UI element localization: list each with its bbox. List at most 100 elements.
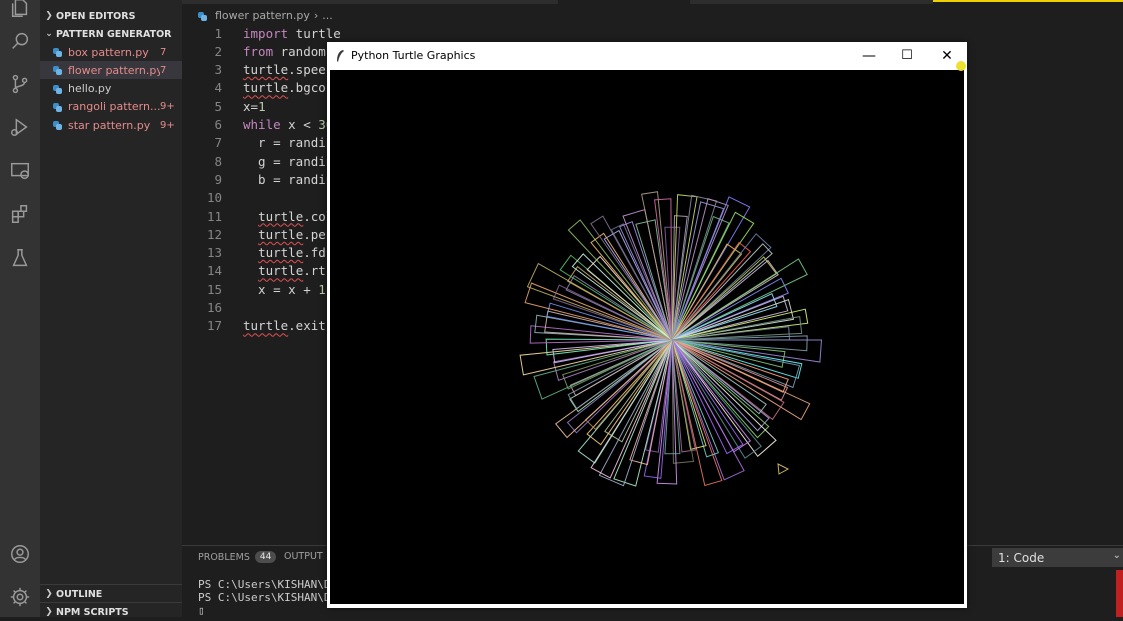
code-line[interactable]: 16 bbox=[182, 299, 222, 317]
open-editors-label: OPEN EDITORS bbox=[56, 10, 136, 22]
settings-gear-icon[interactable] bbox=[8, 585, 32, 609]
problem-count-badge: 7 bbox=[160, 46, 167, 58]
code-text: b = randin bbox=[243, 171, 334, 187]
line-number: 10 bbox=[206, 190, 222, 206]
line-number: 1 bbox=[214, 25, 222, 41]
problem-count-badge: 9+ bbox=[160, 119, 175, 131]
code-line[interactable]: 6 while x < 30 bbox=[182, 116, 333, 134]
python-file-icon bbox=[53, 102, 63, 112]
output-tab[interactable]: OUTPUT bbox=[284, 551, 323, 562]
line-number: 6 bbox=[214, 117, 222, 132]
outline-header[interactable]: ❯ OUTLINE bbox=[40, 584, 182, 603]
breadcrumb-more[interactable]: ... bbox=[322, 9, 333, 22]
turtle-canvas[interactable] bbox=[330, 70, 964, 604]
problem-count-badge: 7 bbox=[160, 64, 167, 76]
chevron-right-icon: ❯ bbox=[45, 11, 53, 21]
code-line[interactable]: 9 b = randin bbox=[182, 170, 333, 188]
problems-label: PROBLEMS bbox=[198, 551, 250, 563]
search-icon[interactable] bbox=[8, 29, 32, 53]
file-name: box pattern.py bbox=[68, 45, 149, 59]
breadcrumb-separator: › bbox=[313, 9, 319, 22]
code-line[interactable]: 2 from random bbox=[182, 42, 325, 60]
line-number: 7 bbox=[214, 135, 222, 151]
code-line[interactable]: 7 r = randin bbox=[182, 134, 333, 152]
code-line[interactable]: 11 turtle.col bbox=[182, 207, 333, 225]
breadcrumb-file[interactable]: flower pattern.py bbox=[215, 9, 310, 22]
accent-bar bbox=[933, 0, 1123, 2]
remote-explorer-icon[interactable] bbox=[8, 159, 32, 183]
terminal-line: PS C:\Users\KISHAN\Do bbox=[198, 578, 338, 591]
problem-count-badge: 9+ bbox=[160, 101, 175, 113]
file-item[interactable]: box pattern.py 7 bbox=[40, 43, 182, 61]
source-control-icon[interactable] bbox=[8, 72, 32, 96]
chevron-right-icon: ❯ bbox=[45, 607, 53, 617]
chevron-right-icon: ❯ bbox=[45, 589, 53, 599]
turtle-window[interactable]: Python Turtle Graphics — ☐ ✕ bbox=[327, 42, 967, 608]
file-name: rangoli pattern.... bbox=[68, 100, 160, 114]
code-text: g = randin bbox=[243, 153, 334, 169]
testing-icon[interactable] bbox=[8, 246, 32, 270]
open-editors-header[interactable]: ❯ OPEN EDITORS bbox=[40, 7, 182, 25]
npm-scripts-header[interactable]: ❯ NPM SCRIPTS bbox=[40, 602, 182, 621]
maximize-button[interactable]: ☐ bbox=[887, 42, 927, 69]
line-number: 17 bbox=[206, 318, 222, 334]
line-number: 12 bbox=[206, 226, 222, 242]
code-line[interactable]: 4 turtle.bgco bbox=[182, 79, 325, 97]
file-name: hello.py bbox=[68, 82, 112, 96]
line-number: 14 bbox=[206, 263, 222, 279]
code-line[interactable]: 13 turtle.fd bbox=[182, 244, 326, 262]
line-number: 15 bbox=[206, 281, 222, 297]
file-item[interactable]: hello.py bbox=[40, 80, 182, 98]
code-line[interactable]: 1 import turtle bbox=[182, 24, 340, 42]
line-number: 3 bbox=[214, 62, 222, 78]
file-item[interactable]: star pattern.py 9+ bbox=[40, 116, 182, 134]
terminal-select[interactable]: 1: Code ⌄ bbox=[992, 548, 1123, 567]
python-file-icon bbox=[53, 120, 63, 131]
problems-tab[interactable]: PROBLEMS 44 bbox=[198, 551, 277, 563]
code-line[interactable]: 8 g = randin bbox=[182, 152, 333, 170]
code-text: x = x + 1 bbox=[243, 281, 326, 297]
account-icon[interactable] bbox=[8, 542, 32, 566]
line-number: 9 bbox=[214, 171, 222, 187]
minimize-button[interactable]: — bbox=[849, 42, 889, 69]
code-text: turtle.pen bbox=[258, 226, 334, 242]
activity-bar bbox=[0, 0, 40, 617]
files-icon[interactable] bbox=[8, 0, 32, 20]
code-text: import turtle bbox=[243, 25, 341, 41]
line-number: 4 bbox=[214, 80, 222, 96]
file-name: star pattern.py bbox=[68, 118, 151, 132]
line-number: 11 bbox=[206, 208, 222, 224]
code-text: turtle.col bbox=[258, 208, 334, 224]
code-line[interactable]: 5 x=1 bbox=[182, 97, 265, 115]
code-line[interactable]: 15 x = x + 1 bbox=[182, 280, 326, 298]
run-debug-icon[interactable] bbox=[8, 115, 32, 139]
line-number: 13 bbox=[206, 245, 222, 261]
scrollbar-error-marker bbox=[1116, 570, 1123, 617]
file-item[interactable]: flower pattern.py 7 bbox=[40, 61, 182, 80]
code-line[interactable]: 17 turtle.exit bbox=[182, 317, 326, 335]
line-number: 8 bbox=[214, 153, 222, 169]
terminal-cursor[interactable]: ▯ bbox=[198, 604, 205, 617]
python-file-icon bbox=[198, 11, 208, 21]
code-line[interactable]: 10 bbox=[182, 189, 222, 207]
output-label: OUTPUT bbox=[284, 551, 323, 562]
code-text: turtle.bgco bbox=[243, 80, 326, 96]
code-text: turtle.spee bbox=[243, 62, 326, 78]
line-number: 16 bbox=[206, 300, 222, 315]
breadcrumb[interactable]: flower pattern.py › ... bbox=[198, 9, 333, 22]
python-file-icon bbox=[53, 47, 63, 57]
code-text: r = randin bbox=[243, 135, 334, 151]
file-name: flower pattern.py bbox=[68, 63, 160, 77]
code-text: while x < 30 bbox=[243, 117, 334, 132]
code-line[interactable]: 12 turtle.pen bbox=[182, 225, 333, 243]
tab-strip bbox=[690, 0, 933, 4]
file-item[interactable]: rangoli pattern.... 9+ bbox=[40, 98, 182, 116]
code-text: turtle.fd bbox=[258, 245, 326, 261]
turtle-window-titlebar[interactable]: Python Turtle Graphics — ☐ ✕ bbox=[327, 42, 967, 69]
code-line[interactable]: 14 turtle.rt bbox=[182, 262, 326, 280]
mouse-cursor-highlight bbox=[956, 61, 966, 71]
code-line[interactable]: 3 turtle.spee bbox=[182, 61, 325, 79]
folder-header[interactable]: ⌄ PATTERN GENERATOR bbox=[40, 25, 182, 43]
extensions-icon[interactable] bbox=[8, 202, 32, 226]
terminal-line: PS C:\Users\KISHAN\Do bbox=[198, 591, 338, 604]
